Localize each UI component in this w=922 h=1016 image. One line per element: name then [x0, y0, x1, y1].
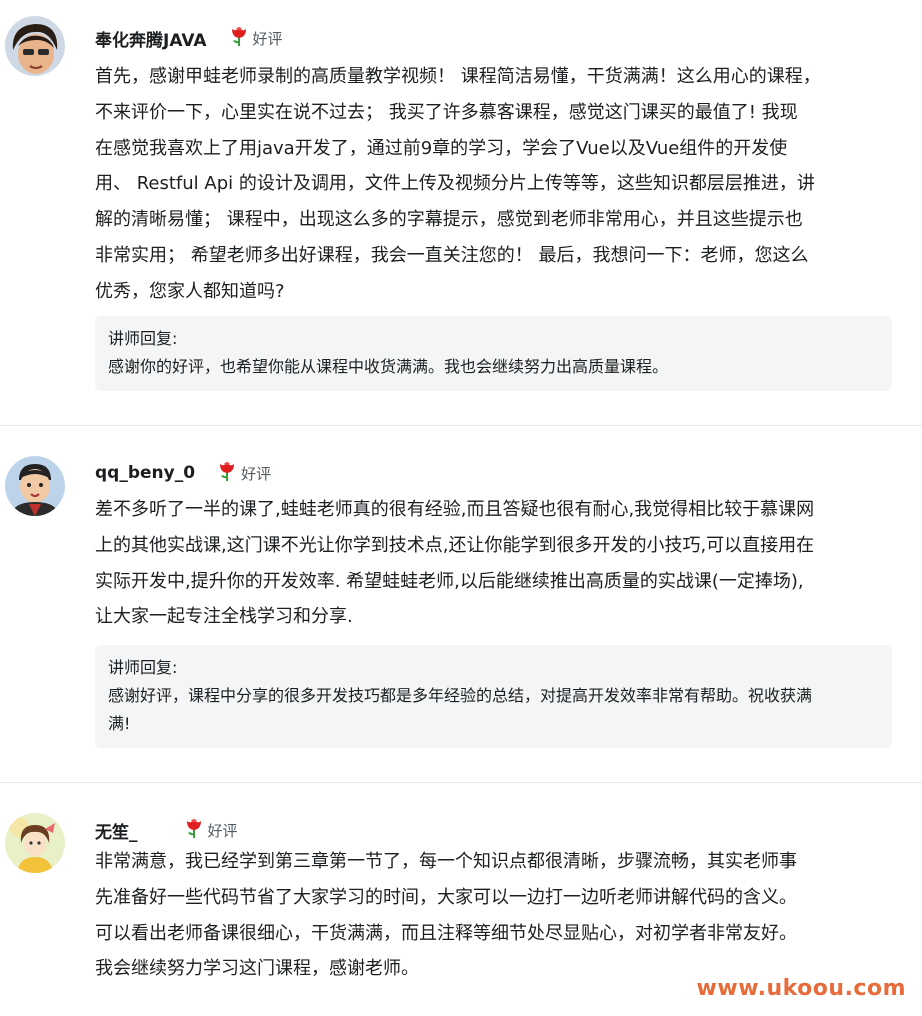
review-content: 首先，感谢甲蛙老师录制的高质量教学视频！ 课程简洁易懂，干货满满！这么用心的课程…	[95, 66, 821, 302]
divider	[0, 782, 922, 783]
rose-icon	[229, 25, 249, 51]
reply-text: 感谢你的好评，也希望你能从课程中收货满满。我也会继续努力出高质量课程。	[108, 357, 669, 376]
reply-label: 讲师回复:	[108, 658, 178, 677]
reply-text: 感谢好评，课程中分享的很多开发技巧都是多年经验的总结，对提高开发效率非常有帮助。…	[108, 686, 813, 733]
rating-label: 好评	[252, 29, 283, 48]
avatar[interactable]	[5, 16, 65, 76]
username[interactable]: qq_beny_0	[95, 463, 195, 483]
rating-label: 好评	[241, 464, 272, 483]
review-header: 奉化奔腾JAVA 好评	[95, 25, 283, 51]
username[interactable]: 无笙_	[95, 818, 138, 843]
review-content: 差不多听了一半的课了,蛙蛙老师真的很有经验,而且答疑也很有耐心,我觉得相比较于慕…	[95, 499, 815, 628]
rating-label: 好评	[207, 821, 238, 840]
teacher-reply: 讲师回复: 感谢你的好评，也希望你能从课程中收货满满。我也会继续努力出高质量课程…	[95, 316, 892, 391]
avatar[interactable]	[5, 813, 65, 873]
teacher-reply: 讲师回复: 感谢好评，课程中分享的很多开发技巧都是多年经验的总结，对提高开发效率…	[95, 645, 892, 748]
reply-label: 讲师回复:	[108, 329, 178, 348]
rating-badge: 好评	[217, 460, 271, 486]
watermark: www.ukoou.com	[696, 976, 906, 1001]
username[interactable]: 奉化奔腾JAVA	[95, 26, 207, 51]
rose-icon	[184, 817, 204, 843]
review-header: qq_beny_0 好评	[95, 461, 271, 485]
rating-badge: 好评	[229, 25, 283, 51]
divider	[0, 425, 922, 426]
review-header: 无笙_ 好评	[95, 817, 238, 843]
avatar[interactable]	[5, 456, 65, 516]
rose-icon	[217, 460, 237, 486]
rating-badge: 好评	[184, 817, 238, 843]
review-content: 非常满意，我已经学到第三章第一节了，每一个知识点都很清晰，步骤流畅，其实老师事 …	[95, 851, 797, 980]
